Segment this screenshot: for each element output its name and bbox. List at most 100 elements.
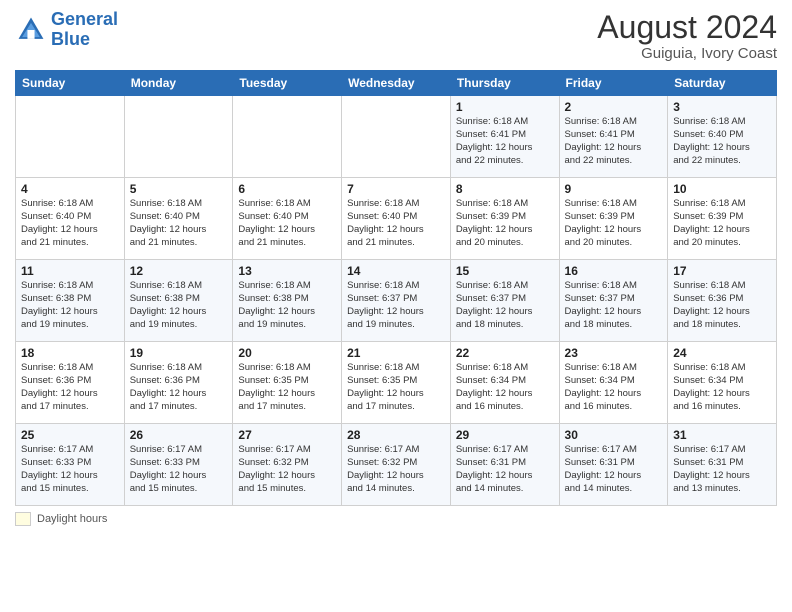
calendar-cell (233, 96, 342, 178)
day-info: Sunrise: 6:18 AM Sunset: 6:40 PM Dayligh… (347, 198, 445, 249)
day-info: Sunrise: 6:18 AM Sunset: 6:39 PM Dayligh… (565, 198, 663, 249)
calendar-week-row: 25 Sunrise: 6:17 AM Sunset: 6:33 PM Dayli… (16, 424, 777, 506)
day-info: Sunrise: 6:18 AM Sunset: 6:40 PM Dayligh… (673, 116, 771, 167)
day-info: Sunrise: 6:18 AM Sunset: 6:35 PM Dayligh… (347, 362, 445, 413)
day-number: 6 (238, 182, 336, 196)
day-number: 20 (238, 346, 336, 360)
calendar-cell: 26 Sunrise: 6:17 AM Sunset: 6:33 PM Dayli… (124, 424, 233, 506)
calendar-cell: 18 Sunrise: 6:18 AM Sunset: 6:36 PM Dayli… (16, 342, 125, 424)
day-info: Sunrise: 6:18 AM Sunset: 6:36 PM Dayligh… (673, 280, 771, 331)
day-info: Sunrise: 6:18 AM Sunset: 6:36 PM Dayligh… (21, 362, 119, 413)
calendar-cell: 15Sunrise: 6:18 AM Sunset: 6:37 PM Dayli… (450, 260, 559, 342)
calendar-cell: 12 Sunrise: 6:18 AM Sunset: 6:38 PM Dayli… (124, 260, 233, 342)
calendar-cell: 23 Sunrise: 6:18 AM Sunset: 6:34 PM Dayli… (559, 342, 668, 424)
calendar-cell (16, 96, 125, 178)
day-info: Sunrise: 6:18 AM Sunset: 6:34 PM Dayligh… (456, 362, 554, 413)
day-info: Sunrise: 6:18 AM Sunset: 6:37 PM Dayligh… (456, 280, 554, 331)
calendar-cell: 31Sunrise: 6:17 AM Sunset: 6:31 PM Dayli… (668, 424, 777, 506)
day-info: Sunrise: 6:17 AM Sunset: 6:31 PM Dayligh… (456, 444, 554, 495)
day-number: 10 (673, 182, 771, 196)
day-info: Sunrise: 6:18 AM Sunset: 6:34 PM Dayligh… (673, 362, 771, 413)
day-number: 25 (21, 428, 119, 442)
day-info: Sunrise: 6:18 AM Sunset: 6:40 PM Dayligh… (130, 198, 228, 249)
day-number: 13 (238, 264, 336, 278)
day-number: 31 (673, 428, 771, 442)
day-info: Sunrise: 6:17 AM Sunset: 6:32 PM Dayligh… (238, 444, 336, 495)
day-info: Sunrise: 6:18 AM Sunset: 6:40 PM Dayligh… (238, 198, 336, 249)
day-number: 2 (565, 100, 663, 114)
day-number: 30 (565, 428, 663, 442)
calendar-cell: 13Sunrise: 6:18 AM Sunset: 6:38 PM Dayli… (233, 260, 342, 342)
calendar-body: 1 Sunrise: 6:18 AM Sunset: 6:41 PM Daylig… (16, 96, 777, 506)
day-number: 5 (130, 182, 228, 196)
calendar-cell: 16 Sunrise: 6:18 AM Sunset: 6:37 PM Dayli… (559, 260, 668, 342)
weekday-monday: Monday (124, 71, 233, 96)
calendar-cell: 19 Sunrise: 6:18 AM Sunset: 6:36 PM Dayli… (124, 342, 233, 424)
day-number: 8 (456, 182, 554, 196)
page: General Blue August 2024 Guiguia, Ivory … (0, 0, 792, 612)
calendar-week-row: 11Sunrise: 6:18 AM Sunset: 6:38 PM Dayli… (16, 260, 777, 342)
day-number: 19 (130, 346, 228, 360)
day-number: 12 (130, 264, 228, 278)
day-info: Sunrise: 6:17 AM Sunset: 6:32 PM Dayligh… (347, 444, 445, 495)
weekday-sunday: Sunday (16, 71, 125, 96)
calendar-table: Sunday Monday Tuesday Wednesday Thursday… (15, 70, 777, 506)
calendar-cell: 8Sunrise: 6:18 AM Sunset: 6:39 PM Daylig… (450, 178, 559, 260)
calendar-cell: 2 Sunrise: 6:18 AM Sunset: 6:41 PM Daylig… (559, 96, 668, 178)
legend-icon (15, 512, 31, 526)
calendar-cell: 20Sunrise: 6:18 AM Sunset: 6:35 PM Dayli… (233, 342, 342, 424)
day-number: 18 (21, 346, 119, 360)
title-area: August 2024 Guiguia, Ivory Coast (597, 10, 777, 62)
day-number: 17 (673, 264, 771, 278)
weekday-wednesday: Wednesday (342, 71, 451, 96)
legend-label: Daylight hours (37, 513, 107, 525)
logo-line2: Blue (51, 29, 90, 49)
day-info: Sunrise: 6:18 AM Sunset: 6:37 PM Dayligh… (565, 280, 663, 331)
day-info: Sunrise: 6:17 AM Sunset: 6:31 PM Dayligh… (565, 444, 663, 495)
day-info: Sunrise: 6:18 AM Sunset: 6:40 PM Dayligh… (21, 198, 119, 249)
day-number: 1 (456, 100, 554, 114)
location: Guiguia, Ivory Coast (597, 45, 777, 62)
day-info: Sunrise: 6:18 AM Sunset: 6:36 PM Dayligh… (130, 362, 228, 413)
day-number: 26 (130, 428, 228, 442)
day-number: 14 (347, 264, 445, 278)
calendar-cell: 3 Sunrise: 6:18 AM Sunset: 6:40 PM Daylig… (668, 96, 777, 178)
calendar-cell: 17 Sunrise: 6:18 AM Sunset: 6:36 PM Dayli… (668, 260, 777, 342)
weekday-friday: Friday (559, 71, 668, 96)
day-info: Sunrise: 6:18 AM Sunset: 6:38 PM Dayligh… (130, 280, 228, 331)
weekday-header-row: Sunday Monday Tuesday Wednesday Thursday… (16, 71, 777, 96)
logo: General Blue (15, 10, 118, 50)
month-title: August 2024 (597, 10, 777, 45)
day-number: 21 (347, 346, 445, 360)
calendar-cell: 10Sunrise: 6:18 AM Sunset: 6:39 PM Dayli… (668, 178, 777, 260)
day-info: Sunrise: 6:18 AM Sunset: 6:34 PM Dayligh… (565, 362, 663, 413)
calendar-cell: 6 Sunrise: 6:18 AM Sunset: 6:40 PM Daylig… (233, 178, 342, 260)
calendar-cell: 27Sunrise: 6:17 AM Sunset: 6:32 PM Dayli… (233, 424, 342, 506)
day-info: Sunrise: 6:18 AM Sunset: 6:38 PM Dayligh… (21, 280, 119, 331)
calendar-cell: 4Sunrise: 6:18 AM Sunset: 6:40 PM Daylig… (16, 178, 125, 260)
calendar-cell: 22Sunrise: 6:18 AM Sunset: 6:34 PM Dayli… (450, 342, 559, 424)
day-info: Sunrise: 6:17 AM Sunset: 6:33 PM Dayligh… (130, 444, 228, 495)
footer-legend: Daylight hours (15, 512, 777, 526)
calendar-cell (124, 96, 233, 178)
day-number: 7 (347, 182, 445, 196)
calendar-cell: 7 Sunrise: 6:18 AM Sunset: 6:40 PM Daylig… (342, 178, 451, 260)
calendar-cell: 29 Sunrise: 6:17 AM Sunset: 6:31 PM Dayli… (450, 424, 559, 506)
calendar-cell: 1 Sunrise: 6:18 AM Sunset: 6:41 PM Daylig… (450, 96, 559, 178)
day-info: Sunrise: 6:18 AM Sunset: 6:37 PM Dayligh… (347, 280, 445, 331)
calendar-cell: 5 Sunrise: 6:18 AM Sunset: 6:40 PM Daylig… (124, 178, 233, 260)
day-info: Sunrise: 6:17 AM Sunset: 6:33 PM Dayligh… (21, 444, 119, 495)
day-info: Sunrise: 6:18 AM Sunset: 6:41 PM Dayligh… (456, 116, 554, 167)
calendar-cell: 11Sunrise: 6:18 AM Sunset: 6:38 PM Dayli… (16, 260, 125, 342)
calendar-week-row: 18 Sunrise: 6:18 AM Sunset: 6:36 PM Dayli… (16, 342, 777, 424)
day-number: 16 (565, 264, 663, 278)
day-info: Sunrise: 6:18 AM Sunset: 6:41 PM Dayligh… (565, 116, 663, 167)
day-number: 29 (456, 428, 554, 442)
day-number: 3 (673, 100, 771, 114)
logo-line1: General (51, 9, 118, 29)
day-number: 23 (565, 346, 663, 360)
calendar-week-row: 4Sunrise: 6:18 AM Sunset: 6:40 PM Daylig… (16, 178, 777, 260)
calendar-cell: 24Sunrise: 6:18 AM Sunset: 6:34 PM Dayli… (668, 342, 777, 424)
day-number: 28 (347, 428, 445, 442)
weekday-tuesday: Tuesday (233, 71, 342, 96)
